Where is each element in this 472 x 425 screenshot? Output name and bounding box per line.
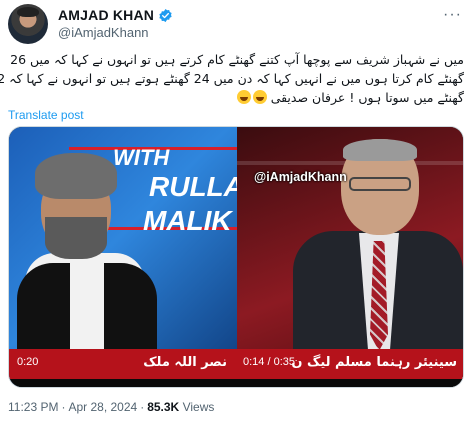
author-display-name[interactable]: AMJAD KHAN [58, 7, 154, 23]
more-options-icon[interactable]: ··· [443, 6, 462, 24]
laughing-emoji-icon [236, 90, 251, 104]
tweet-text-line: گھنٹے کام کرتا ہوں میں نے انہیں کہا کہ د… [0, 71, 464, 86]
video-bottom-bar [9, 379, 463, 387]
tweet-meta: 11:23 PM · Apr 28, 2024 · 85.3K Views [8, 400, 214, 414]
left-ticker-time: 0:20 [17, 356, 39, 368]
views-count: 85.3K [147, 400, 180, 414]
right-ticker: سینیئر رہنما مسلم لیگ ن 0:14 / 0:35 [237, 349, 463, 379]
tweet-text-line: میں نے شہباز شریف سے پوچھا آپ کتنے گھنٹے… [10, 52, 464, 67]
tweet-header: AMJAD KHAN @iAmjadKhann ··· [8, 4, 464, 44]
post-date[interactable]: Apr 28, 2024 [68, 400, 137, 414]
meta-separator: · [61, 400, 66, 414]
tweet-text-line-last: گھنٹے میں سوتا ہوں ! عرفان صدیقی [8, 88, 464, 107]
right-ticker-name: سینیئر رہنما مسلم لیگ ن [291, 355, 457, 370]
author-avatar[interactable] [8, 4, 48, 44]
video-media[interactable]: WITH RULLAH MALIK نصر اللہ ملک 0:20 سینی… [8, 126, 464, 388]
video-left-panel: WITH RULLAH MALIK نصر اللہ ملک 0:20 [9, 127, 237, 387]
post-time[interactable]: 11:23 PM [8, 400, 58, 414]
views-label: Views [182, 400, 215, 414]
video-right-panel: سینیئر رہنما مسلم لیگ ن 0:14 / 0:35 [237, 127, 463, 387]
left-ticker: نصر اللہ ملک 0:20 [9, 349, 237, 379]
video-watermark: @iAmjadKhann [254, 170, 347, 184]
video-time-indicator: 0:14 / 0:35 [243, 356, 295, 368]
translate-post-link[interactable]: Translate post [8, 108, 84, 122]
tweet-text: میں نے شہباز شریف سے پوچھا آپ کتنے گھنٹے… [0, 50, 464, 107]
author-name-row: AMJAD KHAN [58, 6, 173, 24]
tweet-text-line: گھنٹے میں سوتا ہوں ! عرفان صدیقی [270, 90, 464, 105]
verified-badge-icon [159, 8, 172, 22]
meta-separator: · [140, 400, 145, 414]
left-ticker-name: نصر اللہ ملک [143, 355, 227, 370]
author-handle[interactable]: @iAmjadKhann [58, 25, 149, 40]
laughing-emoji-icon [252, 90, 267, 104]
